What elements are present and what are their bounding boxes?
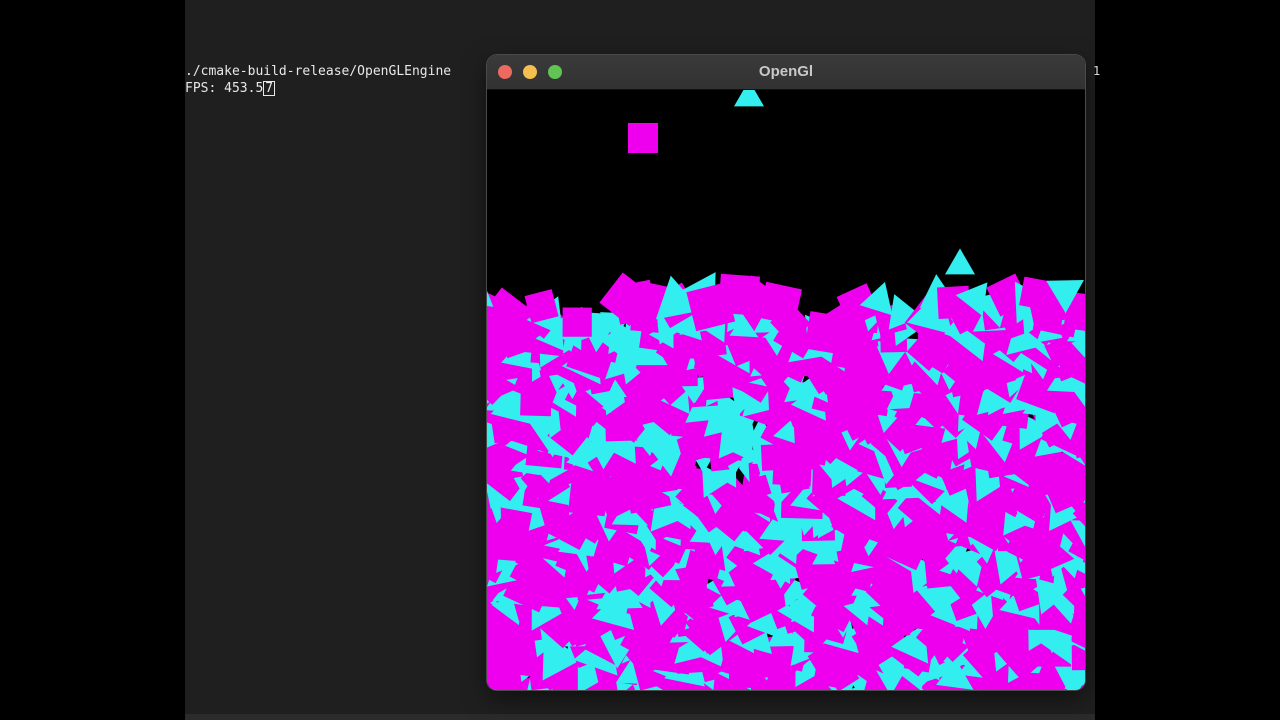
square-shape — [628, 123, 658, 153]
opengl-window[interactable]: OpenGl — [487, 55, 1085, 690]
opengl-canvas[interactable] — [487, 90, 1085, 690]
window-titlebar[interactable]: OpenGl — [487, 55, 1085, 90]
square-shape — [562, 307, 592, 337]
terminal-edge-glyph: 1 — [1093, 64, 1101, 78]
window-title: OpenGl — [758, 63, 814, 80]
fps-readout: FPS: 453.5 — [185, 81, 264, 96]
terminal-cursor: 7 — [263, 81, 276, 96]
square-shape — [758, 281, 802, 326]
terminal-command-line: ./cmake-build-release/OpenGLEngine — [185, 64, 452, 79]
terminal-bottom-bar — [185, 714, 1095, 720]
terminal-fps-line: FPS: 453.5 7 — [185, 81, 276, 97]
